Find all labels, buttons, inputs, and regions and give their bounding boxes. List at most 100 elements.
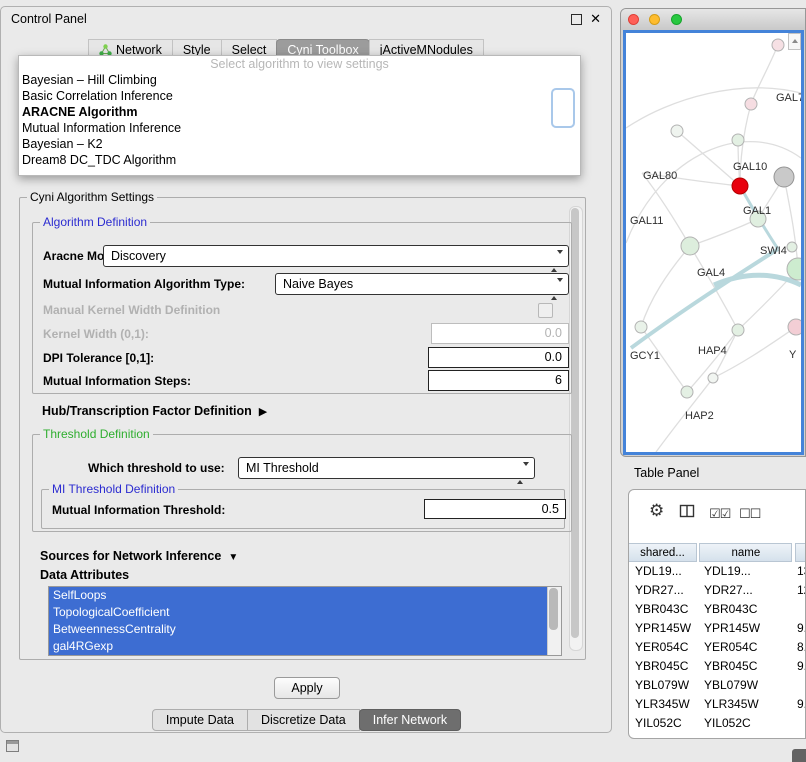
close-panel-icon[interactable]: ✕	[590, 11, 601, 27]
column-header-shared-name[interactable]: shared...	[629, 543, 697, 562]
mi-type-select[interactable]: Naive Bayes	[275, 273, 569, 295]
tab-impute-data[interactable]: Impute Data	[152, 709, 248, 731]
cyni-algorithm-settings-group: Cyni Algorithm Settings Algorithm Defini…	[19, 197, 586, 660]
cell: YDR27...	[698, 581, 791, 600]
hub-definition-toggle[interactable]: Hub/Transcription Factor Definition ▶	[42, 404, 267, 418]
sources-label: Sources for Network Inference	[40, 549, 221, 563]
network-node[interactable]	[732, 324, 744, 336]
column-header-name[interactable]: name	[699, 543, 792, 562]
dropdown-option[interactable]: Basic Correlation Inference	[19, 88, 580, 104]
dropdown-option[interactable]: Dream8 DC_TDC Algorithm	[19, 152, 580, 168]
network-node-selected-red[interactable]	[732, 178, 748, 194]
minimize-window-icon[interactable]	[649, 14, 660, 25]
mi-steps-field[interactable]: 6	[428, 370, 569, 391]
network-node[interactable]	[745, 98, 757, 110]
list-item[interactable]: gal4RGexp	[49, 638, 548, 655]
select-all-columns-icon[interactable]: ☑☑	[709, 506, 730, 522]
cell: YBR045C	[629, 657, 698, 676]
cell: 12	[791, 581, 805, 600]
hub-definition-label: Hub/Transcription Factor Definition	[42, 404, 252, 418]
selected-value: Discovery	[111, 249, 166, 263]
network-node[interactable]	[787, 242, 797, 252]
network-node[interactable]	[635, 321, 647, 333]
group-title: Cyni Algorithm Settings	[27, 190, 157, 204]
table-row[interactable]: YBL079WYBL079W	[629, 676, 805, 695]
network-node[interactable]	[708, 373, 718, 383]
dropdown-option[interactable]: Bayesian – K2	[19, 136, 580, 152]
network-node[interactable]	[671, 125, 683, 137]
sources-section-toggle[interactable]: Sources for Network Inference▼	[40, 549, 238, 563]
cell: YBR043C	[629, 600, 698, 619]
list-item[interactable]: TopologicalCoefficient	[49, 604, 548, 621]
list-scrollbar[interactable]	[547, 587, 561, 655]
cell: 8.	[791, 638, 805, 657]
kernel-width-field[interactable]: 0.0	[431, 323, 569, 344]
which-threshold-label: Which threshold to use:	[88, 461, 225, 475]
network-node-gray[interactable]	[774, 167, 794, 187]
table-row[interactable]: YER054CYER054C8.	[629, 638, 805, 657]
network-node[interactable]	[772, 39, 784, 51]
cell: 9.	[791, 695, 805, 714]
network-node[interactable]	[681, 237, 699, 255]
manual-kernel-checkbox[interactable]	[538, 303, 553, 318]
dpi-tolerance-field[interactable]: 0.0	[428, 347, 569, 368]
mi-threshold-label: Mutual Information Threshold:	[52, 503, 225, 517]
node-label: GAL80	[643, 170, 677, 182]
dropdown-option[interactable]: Bayesian – Hill Climbing	[19, 72, 580, 88]
dropdown-option-highlighted[interactable]: ARACNE Algorithm	[19, 104, 580, 120]
algorithm-dropdown-popup: Select algorithm to view settings Bayesi…	[18, 55, 581, 176]
minimized-panel-icon[interactable]	[6, 740, 19, 752]
zoom-window-icon[interactable]	[671, 14, 682, 25]
network-node[interactable]	[732, 134, 744, 146]
tab-discretize-data[interactable]: Discretize Data	[247, 709, 360, 731]
table-settings-gear-icon[interactable]: ⚙	[649, 501, 664, 521]
cell: YLR345W	[698, 695, 791, 714]
expand-right-icon: ▶	[259, 406, 267, 418]
node-label: GAL1	[743, 205, 771, 217]
algorithm-definition-group: Algorithm Definition Aracne Mode: Discov…	[32, 222, 572, 394]
table-row[interactable]: YPR145WYPR145W9.	[629, 619, 805, 638]
cell: 13	[791, 562, 805, 581]
close-window-icon[interactable]	[628, 14, 639, 25]
combo-arrows-icon	[551, 279, 563, 299]
float-panel-icon[interactable]	[571, 14, 582, 25]
which-threshold-select[interactable]: MI Threshold	[238, 457, 535, 479]
node-label: GAL11	[630, 215, 663, 227]
scroll-up-icon	[792, 39, 798, 43]
canvas-scrollbar[interactable]	[788, 33, 801, 50]
cell: YDL19...	[698, 562, 791, 581]
deselect-all-columns-icon[interactable]: ☐☐	[739, 506, 760, 522]
scrollbar-thumb[interactable]	[549, 588, 558, 630]
data-attributes-label: Data Attributes	[40, 568, 129, 582]
cell: YBR045C	[698, 657, 791, 676]
network-node[interactable]	[681, 386, 693, 398]
manual-kernel-label: Manual Kernel Width Definition	[43, 303, 220, 317]
network-node[interactable]	[787, 258, 801, 280]
tab-infer-network[interactable]: Infer Network	[359, 709, 461, 731]
network-node[interactable]	[788, 319, 801, 335]
apply-button[interactable]: Apply	[274, 677, 340, 699]
network-canvas[interactable]: GAL7 GAL80 GAL10 GAL11 GAL1 SWI4 GAL4 GC…	[623, 30, 804, 455]
dropdown-option[interactable]: Mutual Information Inference	[19, 120, 580, 136]
table-row[interactable]: YLR345WYLR345W9.	[629, 695, 805, 714]
list-item[interactable]: BetweennessCentrality	[49, 621, 548, 638]
table-row[interactable]: YBR043CYBR043C	[629, 600, 805, 619]
column-header-extra[interactable]	[795, 543, 805, 562]
list-item[interactable]: SelfLoops	[49, 587, 548, 604]
table-row[interactable]: YBR045CYBR045C9.	[629, 657, 805, 676]
table-row[interactable]: YDR27...YDR27...12	[629, 581, 805, 600]
kernel-width-label: Kernel Width (0,1):	[43, 327, 149, 341]
scrollbar-thumb[interactable]	[571, 208, 579, 638]
network-graph: GAL7 GAL80 GAL10 GAL11 GAL1 SWI4 GAL4 GC…	[626, 33, 801, 452]
columns-icon[interactable]	[679, 503, 696, 519]
cell: YPR145W	[698, 619, 791, 638]
table-row[interactable]: YIL052CYIL052C	[629, 714, 805, 733]
window-titlebar[interactable]	[621, 9, 805, 30]
mi-threshold-field[interactable]: 0.5	[424, 499, 566, 519]
dpi-tolerance-label: DPI Tolerance [0,1]:	[43, 351, 154, 365]
aracne-mode-select[interactable]: Discovery	[103, 245, 569, 267]
table-row[interactable]: YDL19...YDL19...13	[629, 562, 805, 581]
table-panel-title: Table Panel	[634, 466, 699, 480]
resize-grip[interactable]	[792, 749, 806, 762]
combo-focus-fragment	[551, 88, 575, 128]
